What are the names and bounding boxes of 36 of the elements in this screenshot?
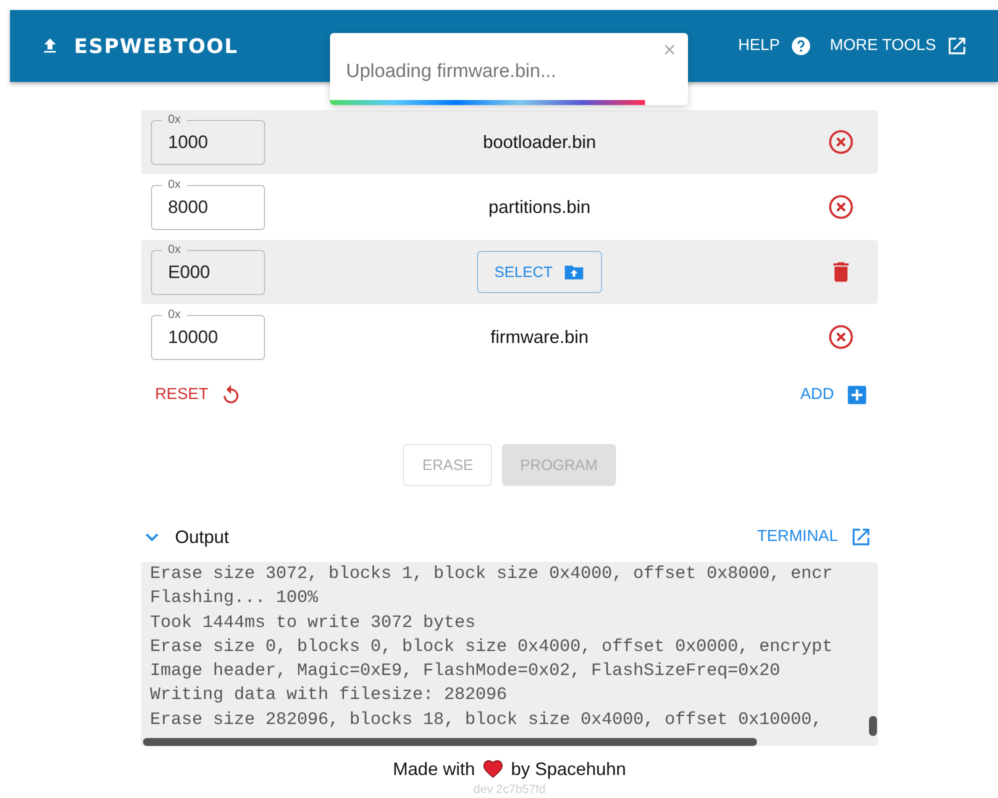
file-name: bootloader.bin <box>482 132 596 152</box>
external-link-icon <box>946 35 968 57</box>
terminal-button[interactable]: TERMINAL <box>755 522 874 552</box>
field-label: 0x <box>162 176 187 190</box>
output-toggle[interactable]: Output <box>141 526 230 548</box>
log-line: Image header, Magic=0xE9, FlashMode=0x02, FlashSizeFreq=0x20 <box>150 660 782 684</box>
vertical-scrollbar[interactable] <box>869 716 877 736</box>
horizontal-scrollbar[interactable] <box>143 738 757 746</box>
log-line: Took 1444ms to write 3072 bytes <box>150 612 477 635</box>
external-link-icon <box>850 526 872 548</box>
log-line: Erase size 0, blocks 0, block size 0x4000, offset 0x0000, encrypt <box>150 636 834 659</box>
field-label: 0x <box>162 306 187 320</box>
add-icon <box>846 384 868 406</box>
select-button[interactable]: SELECT <box>477 251 602 293</box>
help-icon <box>790 35 812 57</box>
log-line: Writing data with filesize: 282096 <box>150 684 508 708</box>
app-title: ESPWEBTOOL <box>74 34 238 58</box>
toast-message: Uploading firmware.bin... <box>346 61 556 83</box>
log-line: Erase size 3072, blocks 1, block size 0x4000, offset 0x8000, encr <box>150 563 834 586</box>
remove-icon[interactable] <box>828 129 854 155</box>
field-label: 0x <box>162 112 187 126</box>
file-name: firmware.bin <box>490 326 589 348</box>
footer-text: Made with <box>392 758 475 780</box>
remove-icon[interactable] <box>828 194 854 220</box>
more-tools-link[interactable]: MORE TOOLS <box>830 35 968 57</box>
log-line: Erase size 282096, blocks 18, block size 0x4000, offset 0x10000, <box>150 708 824 732</box>
output-title: Output <box>175 526 230 548</box>
file-name: partitions.bin <box>488 196 591 218</box>
field-label: 0x <box>162 242 187 256</box>
reset-button[interactable]: RESET <box>153 380 244 410</box>
remove-icon[interactable] <box>828 324 854 350</box>
footer-author: by Spacehuhn <box>510 758 626 780</box>
log-line: Flashing... 100% <box>150 587 320 610</box>
help-link[interactable]: HELP <box>738 35 812 57</box>
add-button[interactable]: ADD <box>798 380 870 410</box>
heart-icon <box>480 758 505 780</box>
